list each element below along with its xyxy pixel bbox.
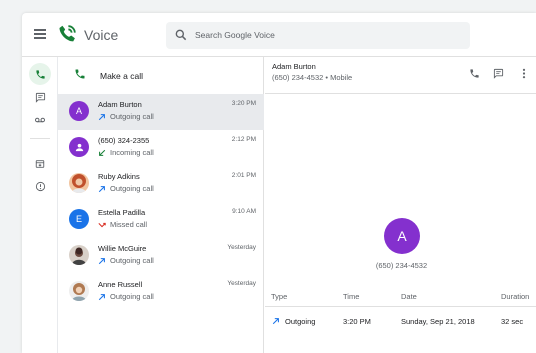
contact-avatar-large: A [384,218,420,254]
call-status: Outgoing call [98,292,154,301]
avatar [69,245,89,265]
contact-name: (650) 324-2355 [98,136,150,145]
detail-contact-number: (650) 234-4532 • Mobile [272,73,353,82]
voicemail-icon[interactable] [29,109,51,131]
search-icon [175,29,187,41]
detail-contact-name: Adam Burton [272,62,316,71]
call-status: Outgoing call [98,112,154,121]
avatar: E [69,209,89,229]
contact-name: Anne Russell [98,280,143,289]
call-status: Outgoing call [98,184,154,193]
phone-icon[interactable] [467,66,481,80]
voice-logo-icon [59,25,76,42]
call-status: Outgoing call [98,256,154,265]
list-item[interactable]: A Adam Burton Outgoing call 3:20 PM [58,94,264,130]
avatar: A [69,101,89,121]
column-header-time: Time [343,292,360,301]
missed-call-icon [98,222,106,228]
call-status: Incoming call [98,148,154,157]
avatar [69,173,89,193]
top-bar: Voice Search Google Voice [22,13,536,57]
outgoing-arrow-icon [98,186,105,193]
menu-icon[interactable] [34,29,46,39]
outgoing-arrow-icon [98,294,105,301]
outgoing-arrow-icon [98,114,105,121]
column-header-date: Date [401,292,417,301]
call-time: 3:20 PM [231,100,256,107]
column-header-duration: Duration [501,292,530,301]
rail-divider [30,138,50,139]
person-icon [69,137,89,157]
calls-icon[interactable] [29,63,51,85]
outgoing-arrow-icon [98,258,105,265]
app-window: Voice Search Google Voice Make a call A … [22,13,536,353]
app-title: Voice [84,27,119,43]
call-time: 9:10 AM [232,208,256,215]
contact-name: Ruby Adkins [98,172,140,181]
call-time: Yesterday [227,280,256,287]
cell-type: Outgoing [285,317,316,326]
cell-duration: 32 sec [501,317,524,326]
table-divider [265,306,536,307]
call-time: 2:12 PM [231,136,256,143]
more-vert-icon[interactable] [517,66,531,80]
cell-date: Sunday, Sep 21, 2018 [401,317,475,326]
outgoing-arrow-icon [272,318,279,325]
info-icon[interactable] [29,175,51,197]
contact-name: Adam Burton [98,100,142,109]
list-item[interactable]: (650) 324-2355 Incoming call 2:12 PM [58,130,264,166]
column-header-type: Type [271,292,288,301]
call-list: Make a call A Adam Burton Outgoing call … [58,57,264,353]
list-item[interactable]: E Estella Padilla Missed call 9:10 AM [58,202,264,238]
message-icon[interactable] [491,66,505,80]
detail-header: Adam Burton (650) 234-4532 • Mobile [265,57,536,94]
call-detail-pane: Adam Burton (650) 234-4532 • Mobile A (6… [265,57,536,353]
list-item[interactable]: Anne Russell Outgoing call Yesterday [58,274,264,310]
search-input[interactable]: Search Google Voice [195,30,275,40]
search-bar[interactable]: Search Google Voice [166,22,470,49]
avatar [69,281,89,301]
archive-icon[interactable] [29,153,51,175]
call-time: 2:01 PM [231,172,256,179]
list-item[interactable]: Ruby Adkins Outgoing call 2:01 PM [58,166,264,202]
phone-icon [75,69,85,79]
make-call-button[interactable]: Make a call [58,57,264,94]
nav-rail [22,57,58,353]
call-time: Yesterday [227,244,256,251]
call-status: Missed call [98,220,147,229]
contact-number-large: (650) 234-4532 [375,261,428,270]
incoming-arrow-icon [99,149,106,156]
contact-name: Willie McGuire [98,244,147,253]
make-call-label: Make a call [100,71,143,81]
list-item[interactable]: Willie McGuire Outgoing call Yesterday [58,238,264,274]
contact-name: Estella Padilla [98,208,146,217]
messages-icon[interactable] [29,86,51,108]
cell-time: 3:20 PM [343,317,371,326]
